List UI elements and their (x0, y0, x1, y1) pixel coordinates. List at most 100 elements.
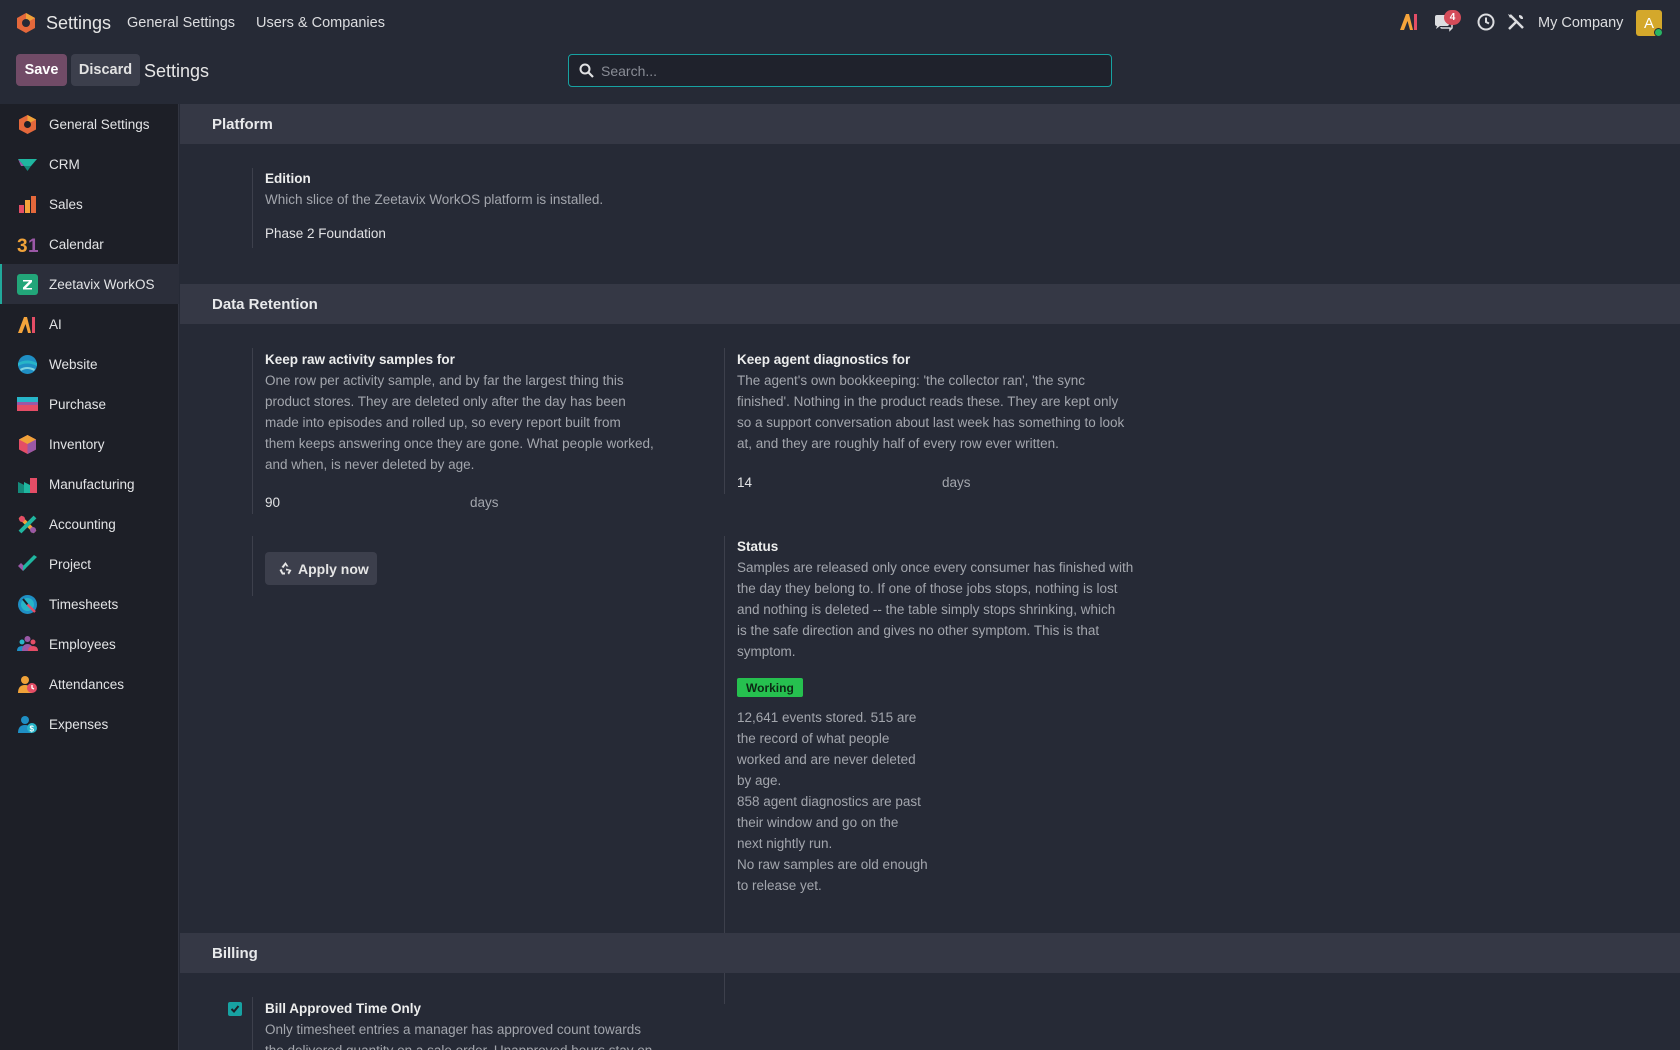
bill-approved-time-title: Bill Approved Time Only (265, 1001, 422, 1016)
expenses-icon: $ (18, 715, 37, 733)
sidebar-item-label: Website (49, 356, 98, 372)
top-menu: General Settings Users & Companies (127, 15, 385, 31)
search-input[interactable] (601, 55, 1101, 86)
setting-divider (252, 997, 253, 1050)
edition-description: Which slice of the Zeetavix WorkOS platf… (265, 192, 604, 207)
app-name[interactable]: Settings (46, 13, 111, 34)
top-navbar: Settings General Settings Users & Compan… (0, 0, 1680, 46)
chat-count-badge: 4 (1444, 10, 1461, 25)
sidebar-item-zeetavix-workos[interactable]: Zeetavix WorkOS (0, 264, 179, 304)
ai-icon (18, 316, 35, 333)
sidebar-item-employees[interactable]: Employees (0, 624, 179, 664)
agent-diagnostics-description: The agent's own bookkeeping: 'the collec… (737, 373, 1125, 451)
sidebar-item-project[interactable]: Project (0, 544, 179, 584)
sidebar-item-label: Purchase (49, 396, 107, 412)
svg-text:$: $ (30, 724, 35, 733)
settings-app-icon[interactable] (15, 12, 37, 34)
purchase-icon (17, 396, 38, 411)
sales-icon (19, 195, 36, 213)
setting-divider (724, 348, 725, 494)
crm-icon (18, 158, 37, 171)
discard-button[interactable]: Discard (71, 54, 140, 86)
sidebar-item-label: Attendances (49, 676, 125, 692)
section-data-retention-header: Data Retention (180, 284, 1680, 324)
raw-samples-days-input[interactable]: 90 (265, 495, 280, 510)
accounting-icon (18, 515, 37, 533)
sidebar-item-calendar[interactable]: 3 1 Calendar (0, 224, 179, 264)
company-switcher[interactable]: My Company (1538, 15, 1623, 31)
sidebar-item-label: Inventory (49, 436, 105, 452)
settings-main: Platform Edition Which slice of the Zeet… (180, 104, 1680, 1050)
sidebar-item-label: General Settings (49, 116, 150, 132)
sidebar-item-expenses[interactable]: $ Expenses (0, 704, 179, 744)
menu-users-companies[interactable]: Users & Companies (256, 15, 385, 31)
sidebar-item-ai[interactable]: AI (0, 304, 179, 344)
recycle-icon (279, 562, 292, 575)
raw-samples-days-unit: days (470, 495, 499, 510)
sidebar-item-website[interactable]: Website (0, 344, 179, 384)
tools-icon[interactable] (1507, 13, 1525, 31)
timesheets-icon (18, 594, 37, 614)
check-icon (230, 1005, 240, 1013)
inventory-icon (19, 434, 36, 454)
sidebar-item-label: Project (49, 556, 92, 572)
apply-now-button[interactable]: Apply now (265, 552, 377, 585)
general-settings-icon (19, 114, 36, 134)
menu-general-settings[interactable]: General Settings (127, 15, 235, 31)
sidebar-item-label: Manufacturing (49, 476, 135, 492)
sidebar-item-crm[interactable]: CRM (0, 144, 179, 184)
agent-diagnostics-days-input[interactable]: 14 (737, 475, 752, 490)
section-title: Platform (212, 116, 273, 133)
sidebar-item-label: Expenses (49, 716, 109, 732)
section-title: Billing (212, 945, 258, 962)
website-icon (18, 354, 37, 374)
sidebar-item-label: AI (49, 316, 62, 332)
status-description: Samples are released only once every con… (737, 560, 1134, 659)
status-details: 12,641 events stored. 515 are the record… (737, 710, 928, 893)
setting-divider (252, 536, 253, 596)
sidebar-item-label: Sales (49, 196, 83, 212)
svg-text:1: 1 (28, 236, 38, 255)
ai-icon[interactable] (1399, 13, 1419, 31)
zeetavix-icon (17, 273, 38, 295)
bill-approved-time-checkbox[interactable] (228, 1002, 242, 1016)
sidebar-item-manufacturing[interactable]: Manufacturing (0, 464, 179, 504)
section-platform-header: Platform (180, 104, 1680, 144)
svg-text:3: 3 (17, 236, 28, 255)
sidebar-item-label: Employees (49, 636, 116, 652)
status-title: Status (737, 539, 779, 554)
sidebar-item-inventory[interactable]: Inventory (0, 424, 179, 464)
edition-value: Phase 2 Foundation (265, 226, 386, 241)
sidebar-item-label: Zeetavix WorkOS (49, 276, 155, 292)
sidebar-item-attendances[interactable]: Attendances (0, 664, 179, 704)
project-icon (18, 554, 37, 571)
search-box[interactable] (568, 54, 1112, 87)
raw-samples-description: One row per activity sample, and by far … (265, 373, 654, 472)
save-button[interactable]: Save (16, 54, 67, 86)
bill-approved-time-description: Only timesheet entries a manager has app… (265, 1022, 652, 1050)
sidebar-item-timesheets[interactable]: Timesheets (0, 584, 179, 624)
raw-samples-title: Keep raw activity samples for (265, 352, 455, 367)
agent-diagnostics-title: Keep agent diagnostics for (737, 352, 911, 367)
sidebar-item-sales[interactable]: Sales (0, 184, 179, 224)
sidebar-item-label: Accounting (49, 516, 116, 532)
status-badge: Working (737, 678, 803, 697)
settings-sidebar: General Settings CRM Sales 3 1 Calendar … (0, 104, 179, 1050)
sidebar-item-accounting[interactable]: Accounting (0, 504, 179, 544)
agent-diagnostics-days-unit: days (942, 475, 971, 490)
sidebar-item-purchase[interactable]: Purchase (0, 384, 179, 424)
sidebar-item-general-settings[interactable]: General Settings (0, 104, 179, 144)
section-billing-header: Billing (180, 933, 1680, 973)
section-title: Data Retention (212, 296, 318, 313)
sidebar-item-label: Timesheets (49, 596, 119, 612)
search-icon (579, 63, 594, 78)
sidebar-item-label: Calendar (49, 236, 104, 252)
manufacturing-icon (18, 477, 37, 493)
clock-icon[interactable] (1477, 13, 1495, 31)
online-status-dot (1654, 28, 1663, 37)
page-title: Settings (144, 61, 210, 81)
setting-divider (252, 168, 253, 248)
edition-title: Edition (265, 171, 311, 186)
employees-icon (17, 635, 38, 651)
calendar-icon: 3 1 (17, 236, 38, 255)
